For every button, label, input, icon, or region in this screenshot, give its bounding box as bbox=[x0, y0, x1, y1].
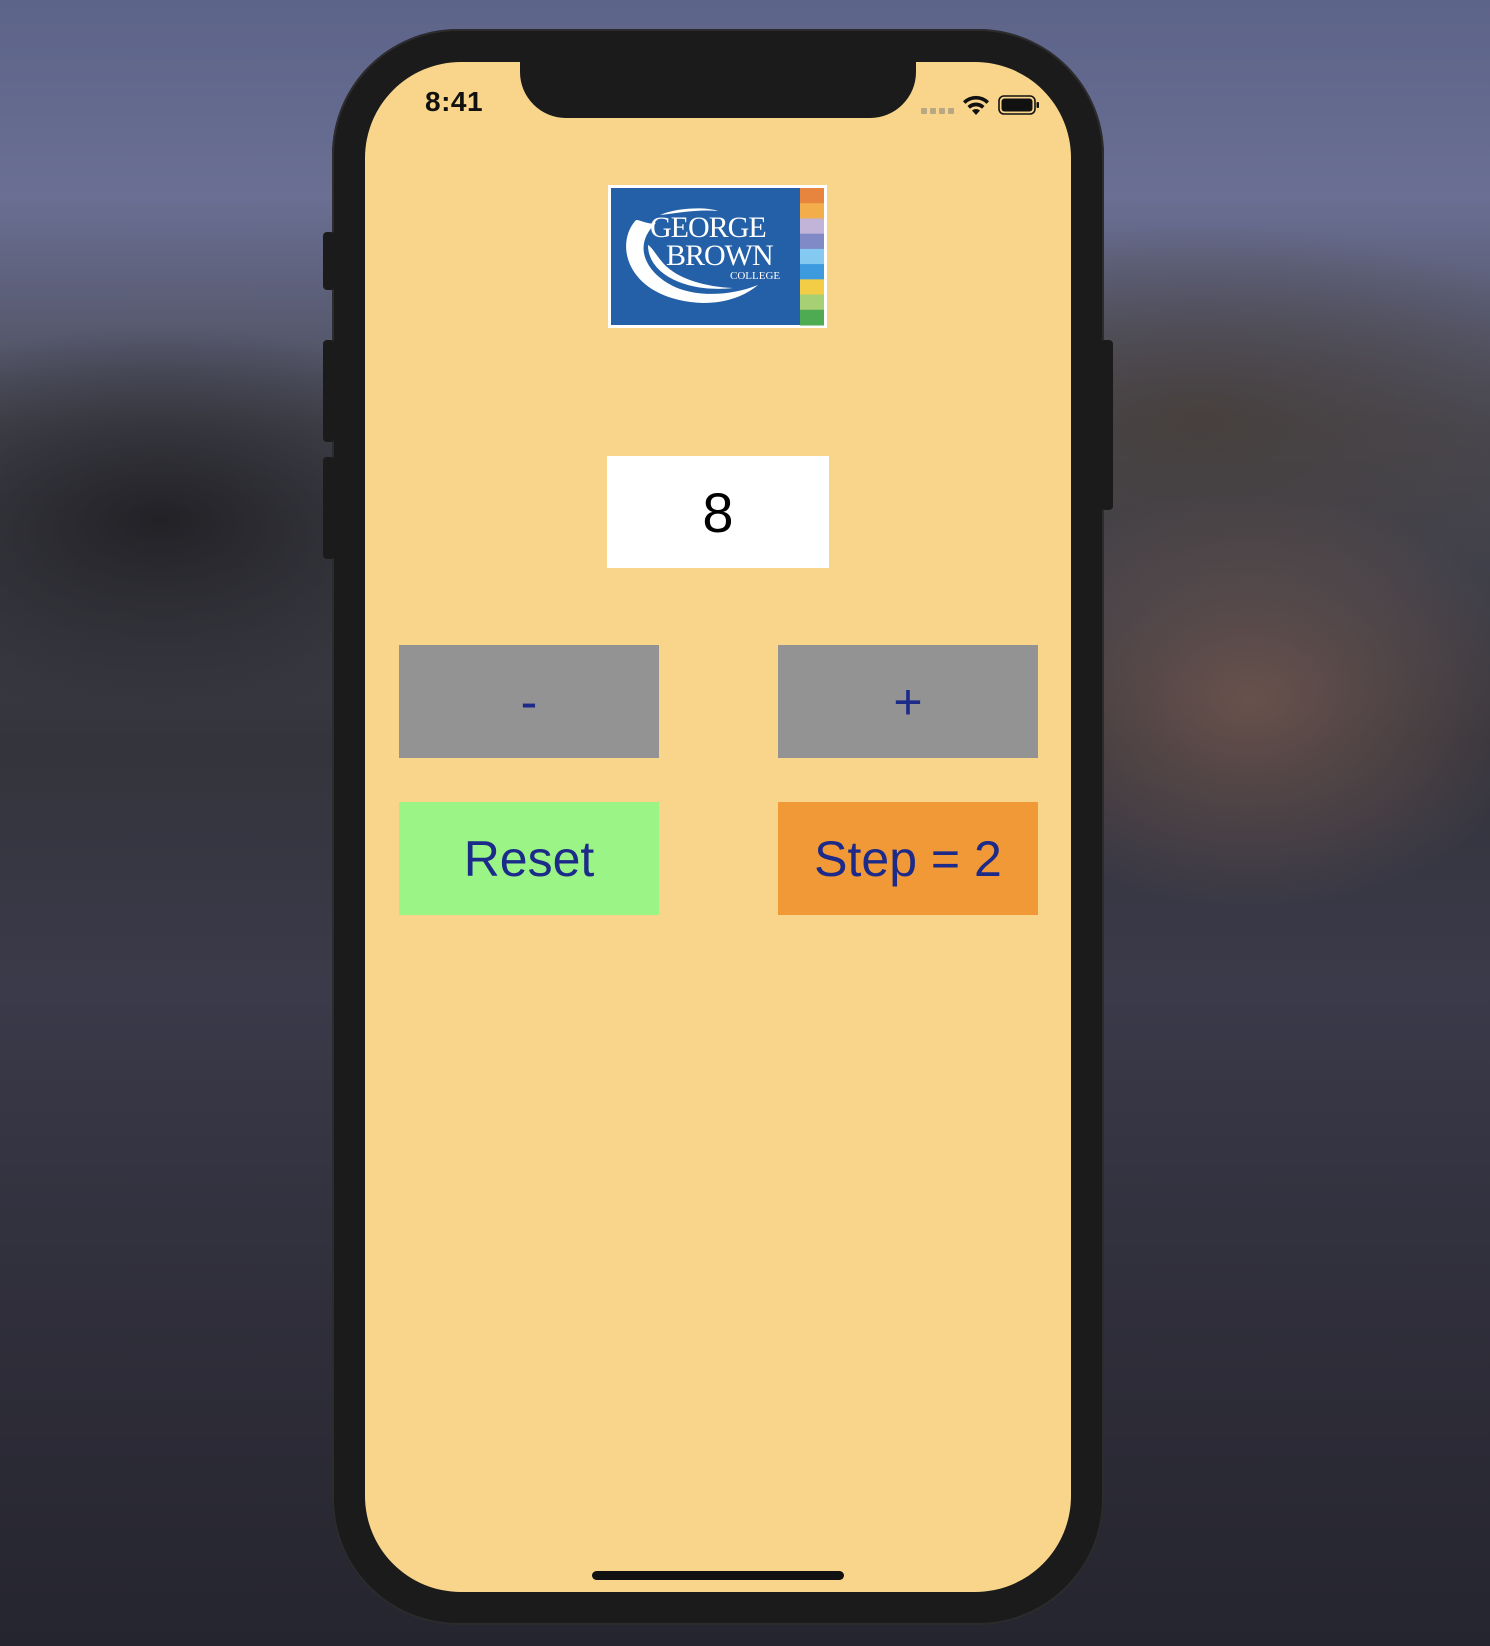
step-button[interactable]: Step = 2 bbox=[778, 802, 1038, 915]
logo-color-stripe bbox=[800, 264, 824, 280]
logo-color-stripe bbox=[800, 248, 824, 265]
logo-color-stripe bbox=[800, 309, 824, 326]
counter-value-display: 8 bbox=[607, 456, 829, 568]
notch bbox=[520, 62, 916, 118]
logo-text-brown: BROWN bbox=[666, 239, 773, 272]
logo-color-stripe bbox=[800, 188, 824, 204]
logo-color-stripe bbox=[800, 279, 824, 296]
cellular-signal-icon bbox=[921, 108, 954, 114]
logo-color-stripe bbox=[800, 203, 824, 219]
logo-color-stripe bbox=[800, 218, 824, 235]
mute-switch bbox=[323, 232, 335, 290]
decrement-button[interactable]: - bbox=[399, 645, 659, 758]
home-indicator[interactable] bbox=[592, 1571, 844, 1580]
increment-button[interactable]: + bbox=[778, 645, 1038, 758]
logo-color-stripe bbox=[800, 233, 824, 250]
reset-button[interactable]: Reset bbox=[399, 802, 659, 915]
power-button bbox=[1101, 340, 1113, 510]
volume-up-button bbox=[323, 340, 335, 442]
logo-color-stripe bbox=[800, 294, 824, 311]
app-screen: 8:41 GEORGE BROWN COLLEGE 8 - + Reset St… bbox=[365, 62, 1071, 1592]
wifi-icon bbox=[963, 95, 989, 115]
george-brown-college-logo: GEORGE BROWN COLLEGE bbox=[608, 185, 827, 328]
volume-down-button bbox=[323, 457, 335, 559]
logo-text-college: COLLEGE bbox=[730, 270, 780, 282]
status-time: 8:41 bbox=[425, 86, 484, 117]
battery-icon bbox=[998, 95, 1039, 115]
